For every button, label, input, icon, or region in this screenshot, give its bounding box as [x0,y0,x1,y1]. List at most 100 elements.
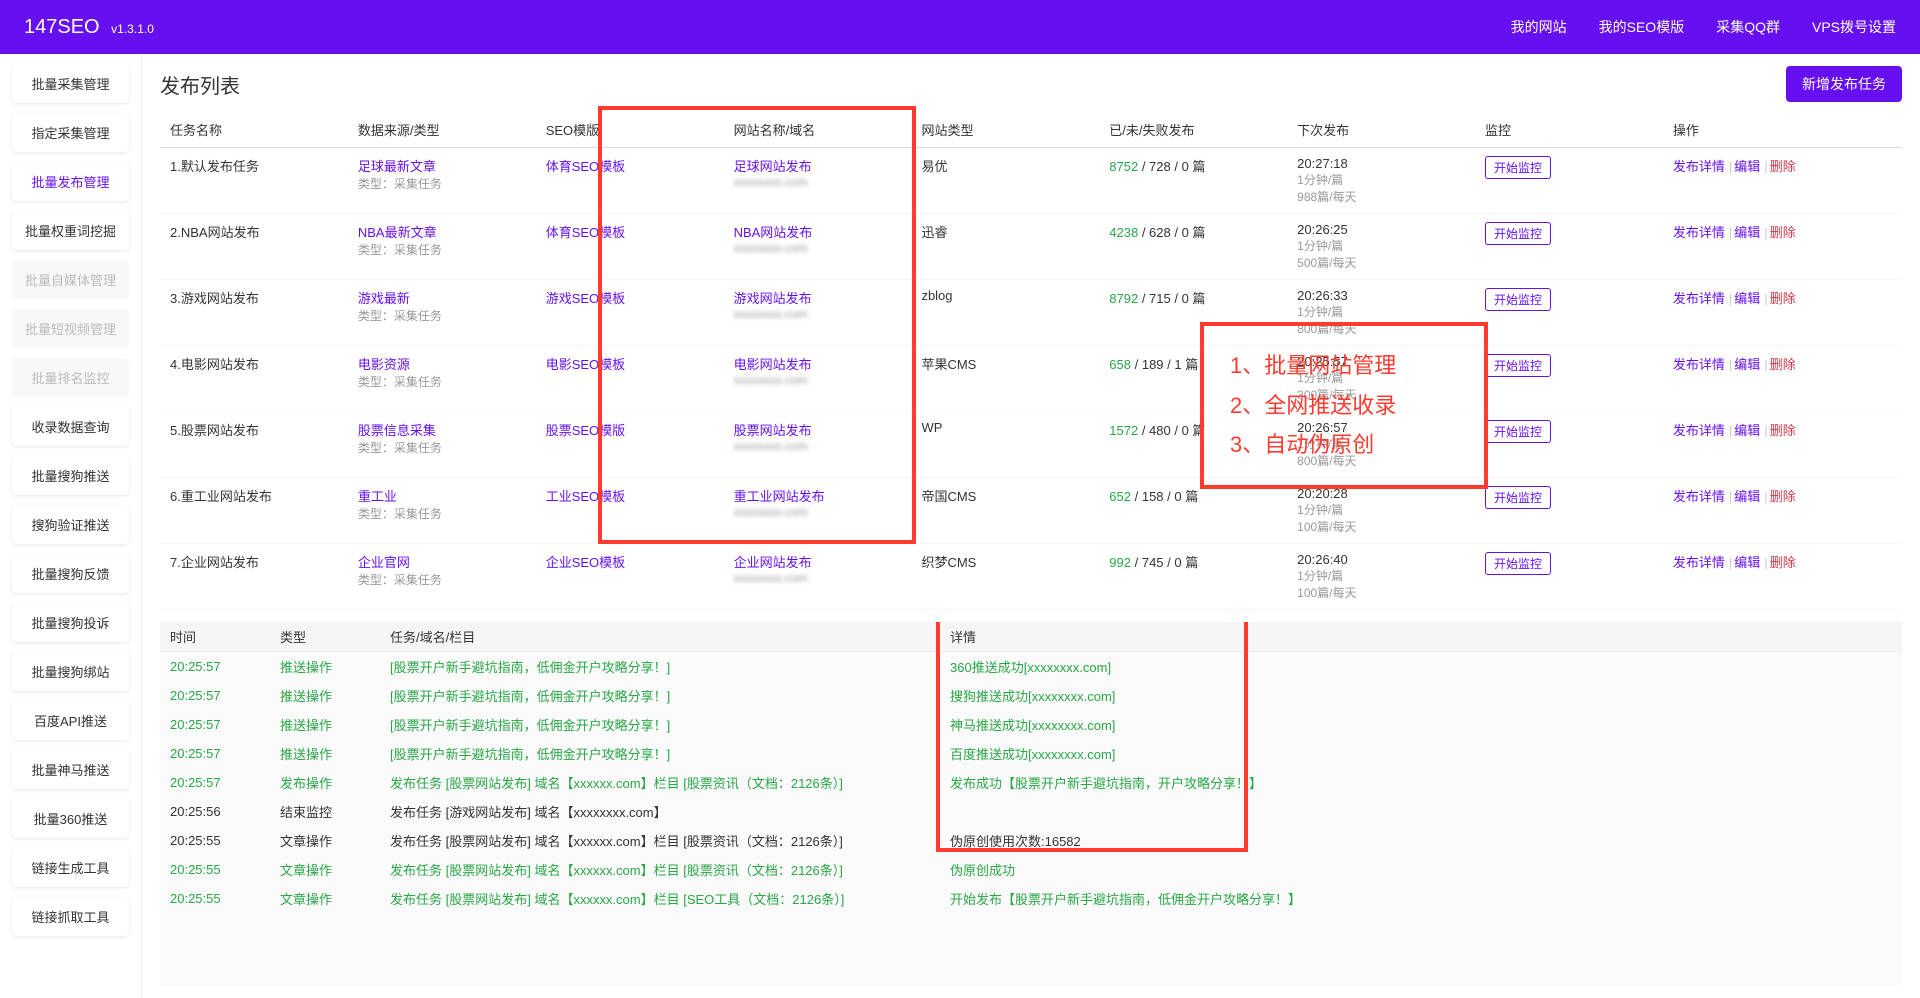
brand-version: v1.3.1.0 [111,22,154,36]
log-task: [股票开户新手避坑指南，低佣金开户攻略分享！] [380,681,940,710]
log-task: 发布任务 [股票网站发布] 域名【xxxxxx.com】栏目 [股票资讯（文档：… [380,826,940,855]
detail-link[interactable]: 发布详情 [1673,357,1725,372]
table-header: 监控 [1475,112,1663,148]
sidebar-item[interactable]: 批量权重词挖掘 [12,211,129,250]
start-monitor-button[interactable]: 开始监控 [1485,552,1551,575]
sidebar-item[interactable]: 搜狗验证推送 [12,505,129,544]
sidebar-item[interactable]: 批量搜狗反馈 [12,554,129,593]
sidebar-item[interactable]: 链接生成工具 [12,848,129,887]
source-link[interactable]: 电影资源 [358,357,410,372]
table-header: 操作 [1663,112,1902,148]
log-time: 20:25:57 [160,652,270,682]
detail-link[interactable]: 发布详情 [1673,555,1725,570]
annotation-line: 2、全网推送收录 [1230,386,1458,426]
source-link[interactable]: NBA最新文章 [358,225,437,240]
add-publish-task-button[interactable]: 新增发布任务 [1786,66,1902,102]
sidebar-item[interactable]: 批量采集管理 [12,64,129,103]
delete-link[interactable]: 删除 [1770,291,1796,306]
operation-cell: 发布详情|编辑|删除 [1663,544,1902,610]
sidebar-item[interactable]: 收录数据查询 [12,407,129,446]
source-link[interactable]: 股票信息采集 [358,423,436,438]
source-link[interactable]: 足球最新文章 [358,159,436,174]
log-type: 推送操作 [270,652,380,682]
seo-link[interactable]: 企业SEO模板 [546,555,625,570]
sidebar-item[interactable]: 批量发布管理 [12,162,129,201]
monitor-cell: 开始监控 [1475,544,1663,610]
site-type: 易优 [911,148,1099,214]
source-link[interactable]: 游戏最新 [358,291,410,306]
edit-link[interactable]: 编辑 [1734,555,1760,570]
data-source: 电影资源类型：采集任务 [348,346,536,412]
log-type: 推送操作 [270,739,380,768]
start-monitor-button[interactable]: 开始监控 [1485,354,1551,377]
log-task: 发布任务 [股票网站发布] 域名【xxxxxx.com】栏目 [股票资讯（文档：… [380,768,940,797]
edit-link[interactable]: 编辑 [1734,291,1760,306]
sidebar-item: 批量排名监控 [12,358,129,397]
log-header: 类型 [270,622,380,652]
edit-link[interactable]: 编辑 [1734,489,1760,504]
publish-table-wrap: 任务名称数据来源/类型SEO模版网站名称/域名网站类型已/未/失败发布下次发布监… [160,112,1902,610]
detail-link[interactable]: 发布详情 [1673,291,1725,306]
start-monitor-button[interactable]: 开始监控 [1485,288,1551,311]
site-type: WP [911,412,1099,478]
edit-link[interactable]: 编辑 [1734,423,1760,438]
sidebar-item[interactable]: 指定采集管理 [12,113,129,152]
annotation-line: 1、批量网站管理 [1230,346,1458,386]
nav-link[interactable]: 我的SEO模版 [1599,17,1685,37]
top-nav: 我的网站 我的SEO模版 采集QQ群 VPS拨号设置 [1511,17,1896,37]
table-row: 5.股票网站发布股票信息采集类型：采集任务股票SEO模版股票网站发布xxxxxx… [160,412,1902,478]
sidebar-item: 批量短视频管理 [12,309,129,348]
delete-link[interactable]: 删除 [1770,357,1796,372]
start-monitor-button[interactable]: 开始监控 [1485,486,1551,509]
sidebar-item[interactable]: 批量搜狗推送 [12,456,129,495]
detail-link[interactable]: 发布详情 [1673,423,1725,438]
sidebar-item[interactable]: 百度API推送 [12,701,129,740]
sidebar-item[interactable]: 批量神马推送 [12,750,129,789]
publish-count: 8752 / 728 / 0 篇 [1099,148,1287,214]
title-row: 发布列表 新增发布任务 [160,66,1902,102]
main-panel: 发布列表 新增发布任务 任务名称数据来源/类型SEO模版网站名称/域名网站类型已… [142,54,1920,998]
detail-link[interactable]: 发布详情 [1673,159,1725,174]
start-monitor-button[interactable]: 开始监控 [1485,156,1551,179]
nav-link[interactable]: VPS拨号设置 [1812,17,1896,37]
sidebar-item[interactable]: 链接抓取工具 [12,897,129,936]
task-name: 4.电影网站发布 [160,346,348,412]
table-row: 7.企业网站发布企业官网类型：采集任务企业SEO模板企业网站发布xxxxxxxx… [160,544,1902,610]
log-time: 20:25:57 [160,768,270,797]
operation-cell: 发布详情|编辑|删除 [1663,346,1902,412]
operation-cell: 发布详情|编辑|删除 [1663,148,1902,214]
detail-link[interactable]: 发布详情 [1673,225,1725,240]
source-link[interactable]: 企业官网 [358,555,410,570]
start-monitor-button[interactable]: 开始监控 [1485,222,1551,245]
log-type: 发布操作 [270,768,380,797]
delete-link[interactable]: 删除 [1770,489,1796,504]
monitor-cell: 开始监控 [1475,478,1663,544]
site-type: zblog [911,280,1099,346]
edit-link[interactable]: 编辑 [1734,357,1760,372]
site-link[interactable]: 企业网站发布 [734,555,812,570]
delete-link[interactable]: 删除 [1770,423,1796,438]
sidebar-item[interactable]: 批量搜狗绑站 [12,652,129,691]
nav-link[interactable]: 我的网站 [1511,17,1567,37]
log-header: 任务/域名/栏目 [380,622,940,652]
log-row: 20:25:55文章操作发布任务 [股票网站发布] 域名【xxxxxx.com】… [160,855,1902,884]
delete-link[interactable]: 删除 [1770,555,1796,570]
source-link[interactable]: 重工业 [358,489,397,504]
next-publish: 20:26:251分钟/篇500篇/每天 [1287,214,1475,280]
monitor-cell: 开始监控 [1475,280,1663,346]
task-name: 1.默认发布任务 [160,148,348,214]
delete-link[interactable]: 删除 [1770,159,1796,174]
edit-link[interactable]: 编辑 [1734,159,1760,174]
site-type: 帝国CMS [911,478,1099,544]
sidebar-item[interactable]: 批量搜狗投诉 [12,603,129,642]
sidebar-item[interactable]: 批量360推送 [12,799,129,838]
site-type: 织梦CMS [911,544,1099,610]
log-task: [股票开户新手避坑指南，低佣金开户攻略分享！] [380,652,940,682]
delete-link[interactable]: 删除 [1770,225,1796,240]
nav-link[interactable]: 采集QQ群 [1716,17,1780,37]
start-monitor-button[interactable]: 开始监控 [1485,420,1551,443]
annotation-box: 1、批量网站管理 2、全网推送收录 3、自动伪原创 [1200,322,1488,489]
header-bar: 147SEO v1.3.1.0 我的网站我的SEO模版采集QQ群VPS拨号设置 [0,0,1920,54]
edit-link[interactable]: 编辑 [1734,225,1760,240]
detail-link[interactable]: 发布详情 [1673,489,1725,504]
